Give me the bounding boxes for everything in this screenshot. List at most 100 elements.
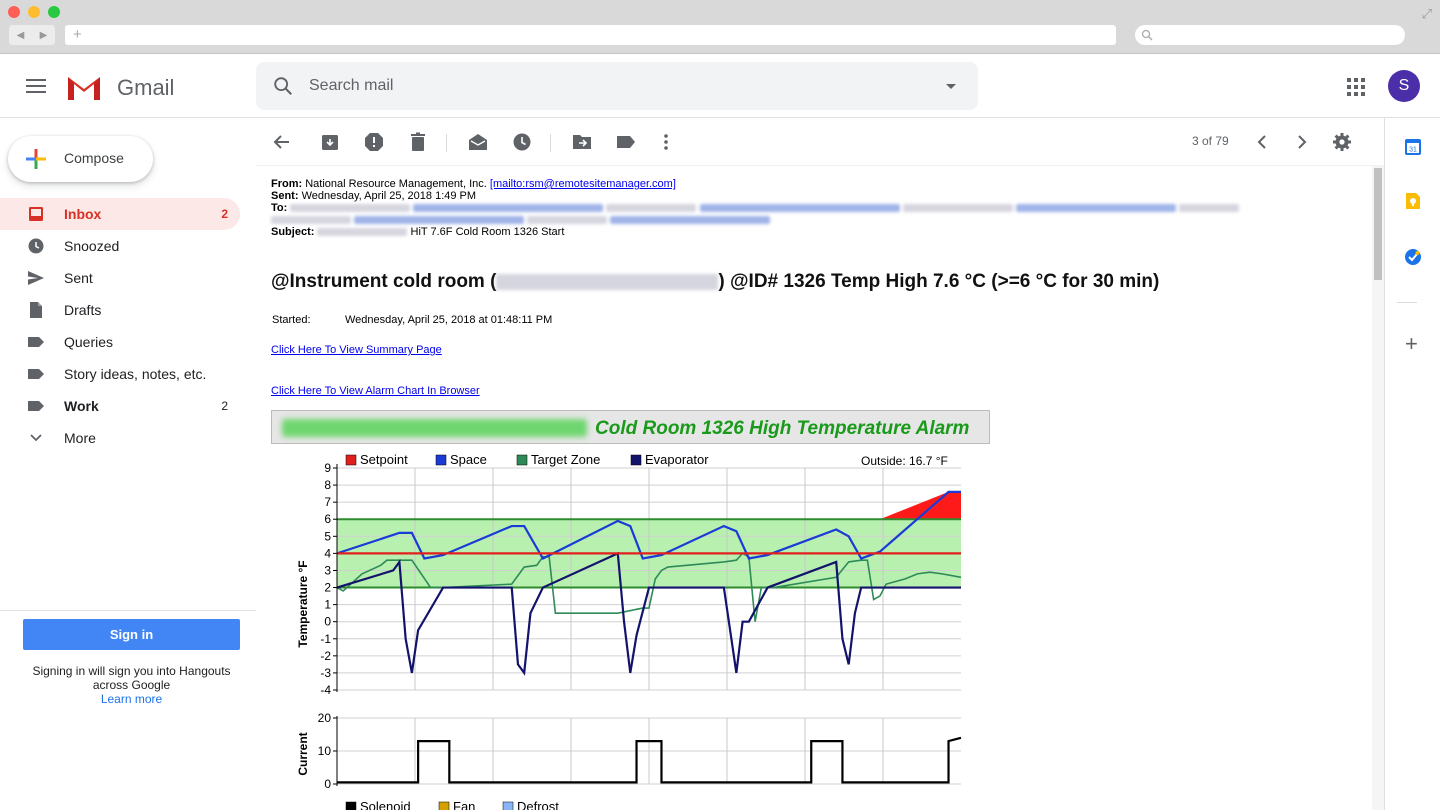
alarm-chart-link[interactable]: Click Here To View Alarm Chart In Browse… [271,385,480,397]
label-icon [28,337,44,347]
y-tick-label: 10 [318,744,332,758]
keep-icon[interactable] [1404,192,1422,210]
from-mailto-link[interactable]: [mailto:rsm@remotesitemanager.com] [490,178,676,190]
headline-part: @Instrument cold room ( [271,271,497,292]
browser-chrome: ◀ ▶ + ⤢ [0,0,1440,54]
maximize-window-button[interactable] [48,6,60,18]
toolbar-divider [446,134,447,152]
scrollbar-thumb[interactable] [1374,168,1382,280]
gear-icon[interactable] [1332,132,1352,152]
temperature-chart: Setpoint Space Target Zone Evaporator Outsi… [296,452,962,810]
close-window-button[interactable] [8,6,20,18]
chevron-right-icon[interactable] [1292,132,1312,152]
side-panel: 31 + [1384,118,1440,810]
redacted-text [527,216,608,225]
calendar-icon[interactable]: 31 [1404,138,1422,156]
started-label: Started: [272,314,311,326]
scrollbar[interactable] [1372,166,1384,810]
legend-label-solenoid: Solenoid [360,799,411,810]
learn-more-link[interactable]: Learn more [23,692,240,706]
redacted-text [606,204,697,213]
add-addon-icon[interactable]: + [1405,333,1418,355]
sidebar-item-more[interactable]: More [0,422,240,454]
from-value: National Resource Management, Inc. [305,178,490,190]
sidebar-item-snoozed[interactable]: Snoozed [0,230,240,262]
sidebar-item-label: Work [64,398,99,414]
avatar[interactable]: S [1388,70,1420,102]
y-tick-label: 0 [324,615,331,629]
sidebar-item-story-ideas[interactable]: Story ideas, notes, etc. [0,358,240,390]
redacted-link [1015,204,1176,213]
hangouts-signin-text: Signing in will sign you into Hangouts a… [32,664,231,692]
google-apps-icon[interactable] [1347,78,1365,96]
y-tick-label: -1 [320,632,331,646]
fullscreen-icon[interactable]: ⤢ [1422,6,1432,22]
sidebar-item-drafts[interactable]: Drafts [0,294,240,326]
redacted-link [354,216,525,225]
gmail-header: Gmail Search mail S [0,55,1440,118]
sidebar-item-inbox[interactable]: Inbox 2 [0,198,240,230]
search-input[interactable]: Search mail [309,77,393,95]
minimize-window-button[interactable] [28,6,40,18]
send-icon [28,271,44,285]
label-icon [28,369,44,379]
gmail-logo-icon [68,77,100,100]
report-spam-icon[interactable] [364,132,384,152]
chevron-left-icon[interactable] [1252,132,1272,152]
address-bar[interactable]: + [65,25,1116,45]
legend-swatch-setpoint [345,454,357,466]
message-toolbar: 3 of 79 [256,118,1384,166]
browser-search-bar[interactable] [1135,25,1405,45]
sign-in-button[interactable]: Sign in [23,619,240,650]
svg-text:31: 31 [1409,147,1417,154]
label-icon[interactable] [616,132,636,152]
subject-label: Subject: [271,226,315,238]
search-options-icon[interactable] [946,84,956,89]
forward-arrow-icon[interactable]: ▶ [40,30,48,41]
sidebar-item-sent[interactable]: Sent [0,262,240,294]
legend-label-defrost: Defrost [517,799,559,810]
delete-icon[interactable] [408,132,428,152]
sent-value: Wednesday, April 25, 2018 1:49 PM [301,190,477,202]
y-tick-label: -2 [320,649,331,663]
y-tick-label: 1 [324,598,331,612]
redacted-text [282,419,587,437]
redacted-link [413,204,604,213]
redacted-link [699,204,900,213]
legend-swatch-space [435,454,447,466]
outside-temp-annotation: Outside: 16.7 °F [861,454,948,468]
search-icon[interactable] [272,75,294,97]
search-mail-box[interactable]: Search mail [256,62,978,110]
legend-label-space: Space [450,452,487,467]
to-label: To: [271,202,288,214]
email-body: From: National Resource Management, Inc.… [256,166,1370,810]
summary-page-link[interactable]: Click Here To View Summary Page [271,344,442,356]
alarm-headline: @Instrument cold room () @ID# 1326 Temp … [271,271,1159,293]
divider [0,610,256,611]
legend-label-fan: Fan [453,799,475,810]
y-tick-label: 8 [324,478,331,492]
more-options-icon[interactable] [656,132,676,152]
main-menu-icon[interactable] [26,79,46,93]
y-tick-label: -4 [320,683,331,697]
tasks-icon[interactable] [1404,248,1422,266]
forwarded-headers: From: National Resource Management, Inc.… [271,178,1239,238]
mark-unread-icon[interactable] [468,132,488,152]
from-label: From: [271,178,303,190]
pagination-count: 3 of 79 [1192,134,1229,148]
new-tab-icon[interactable]: + [73,26,82,43]
y-axis-label-current: Current [296,732,310,775]
redacted-text [317,228,408,237]
legend-swatch-defrost [502,801,514,810]
back-arrow-icon[interactable] [272,132,292,152]
sidebar-item-label: Drafts [64,302,102,318]
y-tick-label: 4 [324,546,331,560]
sidebar-item-label: Inbox [64,206,102,222]
back-arrow-icon[interactable]: ◀ [17,30,25,41]
move-to-icon[interactable] [572,132,592,152]
archive-icon[interactable] [320,132,340,152]
snooze-clock-icon[interactable] [512,132,532,152]
sidebar-item-work[interactable]: Work 2 [0,390,240,422]
compose-button[interactable]: Compose [8,136,153,182]
sidebar-item-queries[interactable]: Queries [0,326,240,358]
